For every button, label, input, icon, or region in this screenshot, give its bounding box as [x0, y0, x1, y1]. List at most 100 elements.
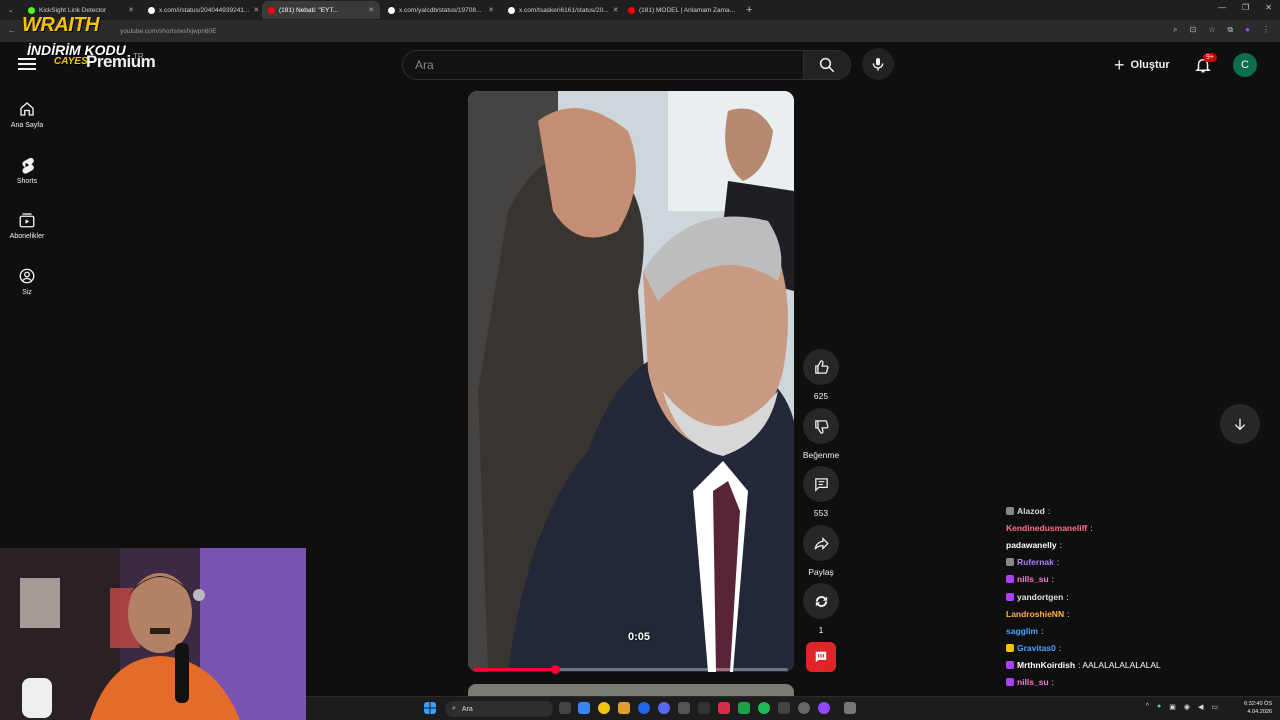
back-icon[interactable]: ←: [8, 26, 16, 35]
app-icon[interactable]: [818, 702, 830, 714]
close-icon[interactable]: ✕: [128, 6, 134, 14]
browser-tab-4[interactable]: x.com/tsaskeri6161/status/20... ✕: [502, 1, 620, 19]
taskbar-clock[interactable]: 6:32:40 ÖS 4.04.2026: [1244, 700, 1272, 716]
chat-text: :: [1067, 608, 1070, 619]
close-icon[interactable]: ✕: [739, 6, 740, 14]
like-circle[interactable]: [803, 349, 839, 385]
create-button[interactable]: + Oluştur: [1108, 52, 1176, 78]
youtube-premium-logo[interactable]: Premium: [86, 52, 156, 72]
sidebar-item-subscriptions[interactable]: Abonelikler: [0, 211, 54, 240]
comments-circle[interactable]: [803, 466, 839, 502]
tab-favicon-icon: [388, 6, 395, 14]
file-explorer-icon[interactable]: [618, 702, 630, 714]
voice-search-button[interactable]: [862, 48, 894, 80]
chat-username[interactable]: yandortgen: [1017, 592, 1063, 602]
chat-username[interactable]: sagglim: [1006, 626, 1038, 636]
new-tab-button[interactable]: +: [746, 4, 752, 16]
chat-message: nills_su:: [1006, 571, 1276, 588]
battery-icon[interactable]: ▭: [1211, 703, 1218, 711]
chat-username[interactable]: MrthnKoirdish: [1017, 660, 1075, 670]
zoom-icon[interactable]: ⌕: [1173, 25, 1177, 35]
chat-username[interactable]: Gravitas0: [1017, 643, 1056, 653]
share-button[interactable]: Paylaş: [803, 525, 839, 577]
chevron-up-icon[interactable]: ^: [1146, 703, 1149, 711]
more-icon[interactable]: ⋮: [1262, 25, 1270, 35]
browser-tab-3[interactable]: x.com/yalcdb/status/19708... ✕: [382, 1, 500, 19]
dislike-circle[interactable]: [803, 408, 839, 444]
share-circle[interactable]: [803, 525, 839, 561]
sound-button[interactable]: [806, 642, 836, 672]
app-icon[interactable]: [844, 702, 856, 714]
install-icon[interactable]: ⊡: [1190, 25, 1197, 35]
volume-icon[interactable]: ◀: [1198, 703, 1203, 711]
sidebar-item-you[interactable]: Siz: [0, 267, 54, 296]
task-view-icon[interactable]: [559, 702, 571, 714]
app-icon[interactable]: [778, 702, 790, 714]
restore-icon[interactable]: ❐: [1242, 3, 1249, 12]
shorts-video-player[interactable]: [468, 91, 794, 672]
chat-username[interactable]: nills_su: [1017, 574, 1049, 584]
chat-username[interactable]: nills_su: [1017, 677, 1049, 687]
comments-button[interactable]: 553: [803, 466, 839, 518]
progress-fill: [474, 668, 556, 671]
playback-time: 0:05: [628, 631, 651, 643]
taskbar-search[interactable]: ⌕ Ara: [445, 701, 553, 717]
close-icon[interactable]: ✕: [368, 6, 374, 14]
sidebar-item-home[interactable]: Ana Sayfa: [0, 100, 54, 129]
windows-start-icon[interactable]: [424, 702, 436, 714]
chat-username[interactable]: Alazod: [1017, 506, 1045, 516]
chat-text: :: [1090, 522, 1093, 533]
chat-message: Gravitas0:: [1006, 640, 1276, 657]
edge-icon[interactable]: [638, 702, 650, 714]
remix-circle[interactable]: [803, 583, 839, 619]
discord-icon[interactable]: [658, 702, 670, 714]
wifi-icon[interactable]: ◉: [1184, 703, 1190, 711]
browser-tab-2[interactable]: (181) Nebati: "EYT... ✕: [262, 1, 380, 19]
chat-username[interactable]: padawanelly: [1006, 540, 1057, 550]
chat-username[interactable]: Rufernak: [1017, 557, 1054, 567]
progress-thumb[interactable]: [551, 665, 561, 674]
widgets-icon[interactable]: [578, 702, 590, 714]
app-icon[interactable]: [798, 702, 810, 714]
app-icon[interactable]: [718, 702, 730, 714]
taskbar-search-label: Ara: [461, 705, 473, 713]
close-icon[interactable]: ✕: [488, 6, 494, 14]
app-icon[interactable]: [698, 702, 710, 714]
chat-badge-icon: [1006, 661, 1014, 670]
spotify-icon[interactable]: [758, 702, 770, 714]
sidebar-item-shorts[interactable]: Shorts: [0, 156, 54, 185]
close-icon[interactable]: ✕: [613, 6, 619, 14]
like-button[interactable]: 625: [803, 349, 839, 401]
sidebar-item-label: Abonelikler: [9, 233, 45, 240]
chat-message: padawanelly:: [1006, 536, 1276, 553]
account-avatar[interactable]: C: [1233, 53, 1257, 77]
next-short-button[interactable]: [1220, 404, 1260, 444]
browser-tab-5[interactable]: (181) MODEL | Anlamam Zama...✕: [622, 1, 740, 19]
tab-favicon-icon: [268, 6, 275, 14]
search-input[interactable]: Ara: [402, 50, 804, 80]
app-icon[interactable]: [738, 702, 750, 714]
chat-username[interactable]: Kendinedusmaneliff: [1006, 523, 1087, 533]
extensions-icon[interactable]: ⧉: [1227, 25, 1233, 35]
minimize-icon[interactable]: —: [1218, 3, 1226, 12]
network-icon[interactable]: ▣: [1169, 703, 1176, 711]
chat-text: :: [1047, 505, 1051, 516]
dislike-button[interactable]: Beğenme: [803, 408, 839, 460]
menu-hamburger-icon[interactable]: [18, 55, 36, 71]
profile-icon[interactable]: ●: [1245, 25, 1250, 35]
chat-username[interactable]: LandroshieNN: [1006, 609, 1064, 619]
browser-tab-1[interactable]: x.com/i/status/204044939241... ✕: [142, 1, 260, 19]
chrome-icon[interactable]: [598, 702, 610, 714]
chat-text: :: [1066, 591, 1069, 602]
bookmark-star-icon[interactable]: ☆: [1208, 25, 1215, 35]
app-icon[interactable]: [678, 702, 690, 714]
close-icon[interactable]: ✕: [253, 6, 259, 14]
close-window-icon[interactable]: ✕: [1265, 3, 1272, 12]
tab-search-icon[interactable]: ⌄: [2, 1, 20, 19]
mic-tray-icon[interactable]: ●: [1157, 703, 1161, 711]
chat-badge-icon: [1006, 644, 1014, 653]
remix-button[interactable]: 1: [803, 583, 839, 635]
search-button[interactable]: [803, 50, 851, 80]
chat-badge-icon: [1006, 678, 1014, 687]
url-field[interactable]: youtube.com/shorts/wsfxjwpn60E: [120, 28, 216, 35]
